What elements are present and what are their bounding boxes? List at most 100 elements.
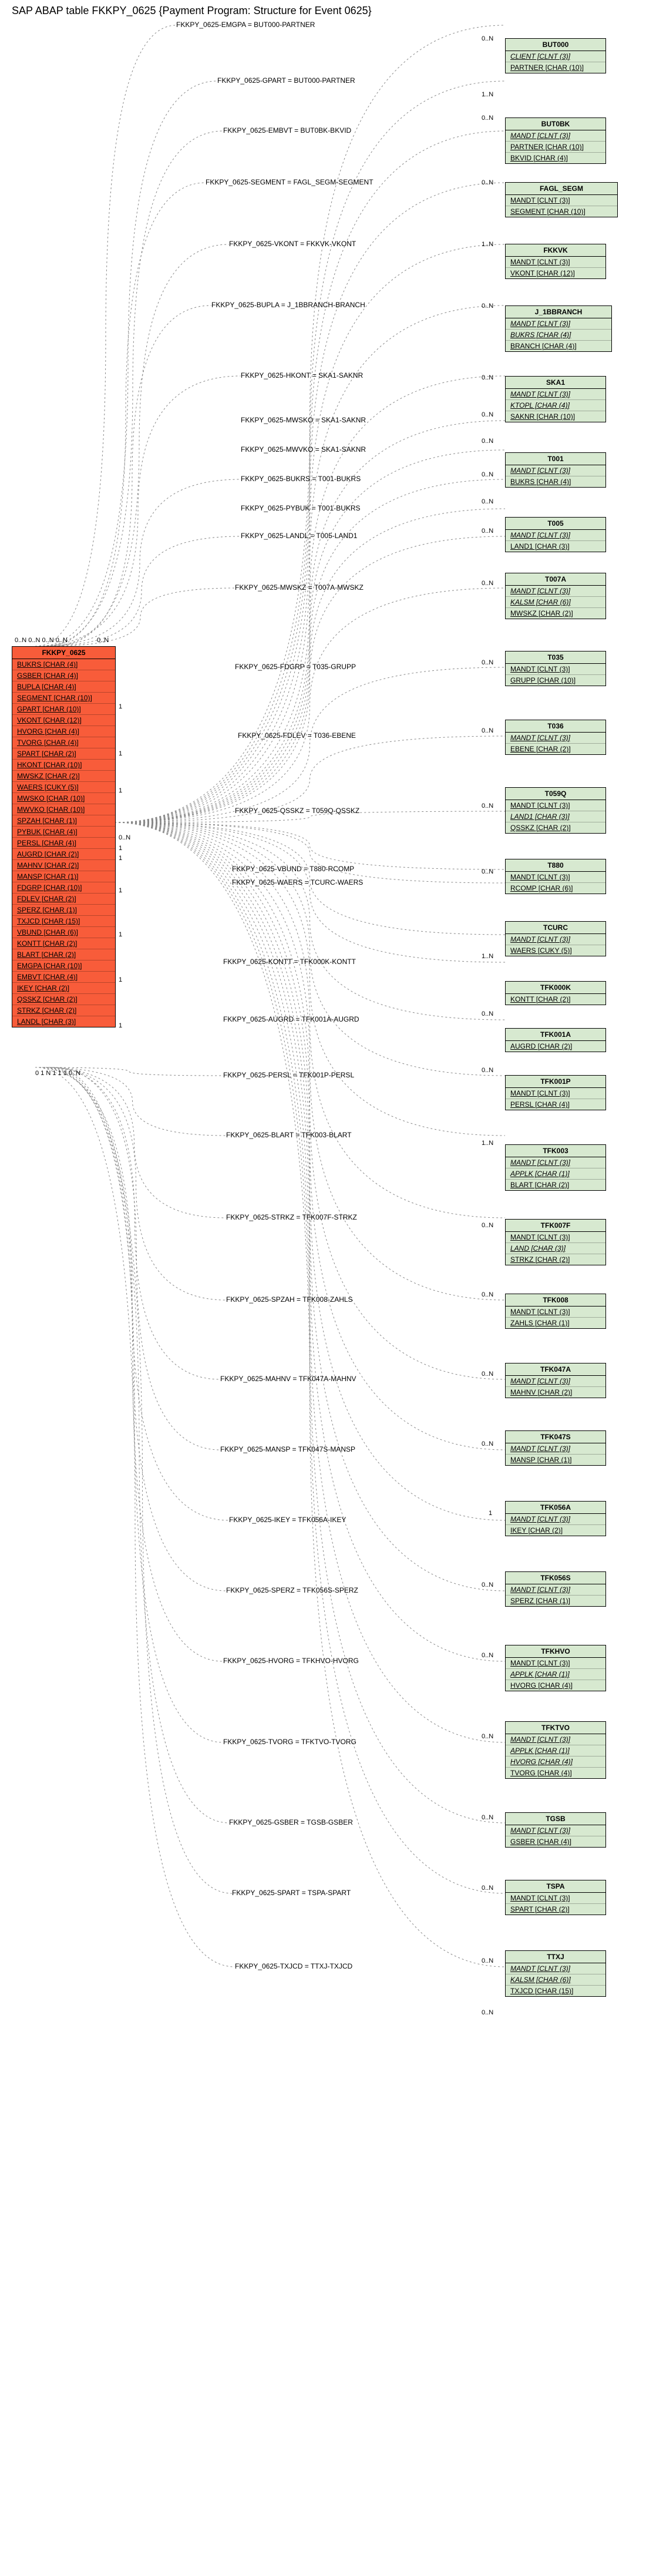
target-field: RCOMP [CHAR (6)] [506, 883, 605, 894]
target-table-name: T001 [506, 453, 605, 465]
relationship-label: FKKPY_0625-MWSKZ = T007A-MWSKZ [235, 583, 364, 592]
cardinality-label: 1..N [482, 1140, 493, 1147]
target-field: MANDT [CLNT (3)] [506, 1658, 605, 1669]
target-table-name: TFK003 [506, 1145, 605, 1157]
relationship-label: FKKPY_0625-EMBVT = BUT0BK-BKVID [223, 126, 351, 135]
cardinality-label: 1 [119, 887, 122, 894]
relationship-label: FKKPY_0625-GSBER = TGSB-GSBER [229, 1818, 353, 1826]
target-table: TFK047AMANDT [CLNT (3)]MAHNV [CHAR (2)] [505, 1363, 606, 1398]
relationship-label: FKKPY_0625-FDLEV = T036-EBENE [238, 731, 356, 740]
main-field: HKONT [CHAR (10)] [12, 760, 115, 771]
cardinality-label: 0..N [482, 115, 493, 122]
target-field: ZAHLS [CHAR (1)] [506, 1318, 605, 1328]
target-field: MANSP [CHAR (1)] [506, 1455, 605, 1465]
main-field: FDGRP [CHAR (10)] [12, 882, 115, 894]
relationship-label: FKKPY_0625-KONTT = TFK000K-KONTT [223, 958, 356, 966]
cardinality-label: 1..N [482, 241, 493, 248]
target-field: SAKNR [CHAR (10)] [506, 411, 605, 422]
target-field: MANDT [CLNT (3)] [506, 664, 605, 675]
target-table-name: TSPA [506, 1880, 605, 1893]
target-field: MANDT [CLNT (3)] [506, 934, 605, 945]
main-table-name: FKKPY_0625 [12, 647, 115, 659]
target-field: PARTNER [CHAR (10)] [506, 62, 605, 73]
target-table-name: TFK047A [506, 1363, 605, 1376]
cardinality-label: 0..N [482, 374, 493, 381]
main-field: EMGPA [CHAR (10)] [12, 960, 115, 972]
target-field: MANDT [CLNT (3)] [506, 130, 605, 142]
main-field: PYBUK [CHAR (4)] [12, 827, 115, 838]
target-field: BUKRS [CHAR (4)] [506, 476, 605, 487]
cardinality-label: 0..N [482, 1814, 493, 1821]
target-field: MANDT [CLNT (3)] [506, 1157, 605, 1168]
cardinality-label: 1..N [482, 91, 493, 98]
relationship-label: FKKPY_0625-PERSL = TFK001P-PERSL [223, 1071, 354, 1079]
target-field: MANDT [CLNT (3)] [506, 586, 605, 597]
target-table-name: TFK000K [506, 982, 605, 994]
relationship-label: FKKPY_0625-MAHNV = TFK047A-MAHNV [220, 1375, 356, 1383]
target-table-name: TTXJ [506, 1951, 605, 1963]
target-field: MANDT [CLNT (3)] [506, 1443, 605, 1455]
cardinality-label: 1 [119, 703, 122, 710]
target-field: APPLK [CHAR (1)] [506, 1168, 605, 1180]
target-table: TFK008MANDT [CLNT (3)]ZAHLS [CHAR (1)] [505, 1294, 606, 1329]
target-table-name: TFK001A [506, 1029, 605, 1041]
cardinality-cluster: 0..N 0..N 0..N 0..N [15, 637, 68, 644]
cardinality-label: 0..N [482, 1067, 493, 1074]
target-field: LAND1 [CHAR (3)] [506, 541, 605, 552]
target-table-name: SKA1 [506, 377, 605, 389]
target-field: MANDT [CLNT (3)] [506, 872, 605, 883]
cardinality-label: 0..N [482, 868, 493, 875]
target-table-name: T036 [506, 720, 605, 733]
main-field: MWVKO [CHAR (10)] [12, 804, 115, 815]
relationship-label: FKKPY_0625-GPART = BUT000-PARTNER [217, 76, 355, 85]
target-table: T001MANDT [CLNT (3)]BUKRS [CHAR (4)] [505, 452, 606, 488]
main-field: TVORG [CHAR (4)] [12, 737, 115, 748]
target-field: MWSKZ [CHAR (2)] [506, 608, 605, 619]
main-field: EMBVT [CHAR (4)] [12, 972, 115, 983]
target-table: TFK003MANDT [CLNT (3)]APPLK [CHAR (1)]BL… [505, 1144, 606, 1191]
target-table: TFK000KKONTT [CHAR (2)] [505, 981, 606, 1005]
cardinality-cluster: 0..N [97, 637, 109, 644]
cardinality-label: 0..N [119, 834, 130, 841]
relationship-label: FKKPY_0625-VKONT = FKKVK-VKONT [229, 240, 356, 248]
cardinality-label: 0..N [482, 528, 493, 535]
target-field: WAERS [CUKY (5)] [506, 945, 605, 956]
cardinality-label: 0..N [482, 1957, 493, 1964]
cardinality-label: 1 [119, 931, 122, 938]
target-table-name: BUT000 [506, 39, 605, 51]
target-field: TXJCD [CHAR (15)] [506, 1986, 605, 1996]
main-field: GSBER [CHAR (4)] [12, 670, 115, 681]
main-field: MWSKO [CHAR (10)] [12, 793, 115, 804]
target-field: PARTNER [CHAR (10)] [506, 142, 605, 153]
target-table-name: TFK056S [506, 1572, 605, 1584]
relationship-label: FKKPY_0625-IKEY = TFK056A-IKEY [229, 1516, 346, 1524]
main-field: VBUND [CHAR (6)] [12, 927, 115, 938]
target-field: BRANCH [CHAR (4)] [506, 341, 611, 351]
main-field: QSSKZ [CHAR (2)] [12, 994, 115, 1005]
target-table: T035MANDT [CLNT (3)]GRUPP [CHAR (10)] [505, 651, 606, 686]
target-field: BUKRS [CHAR (4)] [506, 330, 611, 341]
target-table: TTXJMANDT [CLNT (3)]KALSM [CHAR (6)]TXJC… [505, 1950, 606, 1997]
target-table: T007AMANDT [CLNT (3)]KALSM [CHAR (6)]MWS… [505, 573, 606, 619]
cardinality-label: 1..N [482, 953, 493, 960]
target-table: TFK056SMANDT [CLNT (3)]SPERZ [CHAR (1)] [505, 1571, 606, 1607]
cardinality-label: 0..N [482, 659, 493, 666]
target-field: HVORG [CHAR (4)] [506, 1756, 605, 1768]
target-field: GRUPP [CHAR (10)] [506, 675, 605, 686]
target-table-name: TFK008 [506, 1294, 605, 1307]
relationship-label: FKKPY_0625-LANDL = T005-LAND1 [241, 532, 357, 540]
relationship-label: FKKPY_0625-SPZAH = TFK008-ZAHLS [226, 1295, 353, 1304]
cardinality-label: 0..N [482, 1885, 493, 1892]
main-table: FKKPY_0625 BUKRS [CHAR (4)]GSBER [CHAR (… [12, 646, 116, 1027]
main-field: BUKRS [CHAR (4)] [12, 659, 115, 670]
target-field: MAHNV [CHAR (2)] [506, 1387, 605, 1398]
cardinality-label: 0..N [482, 1291, 493, 1298]
relationship-label: FKKPY_0625-SPART = TSPA-SPART [232, 1889, 351, 1897]
target-field: AUGRD [CHAR (2)] [506, 1041, 605, 1052]
target-field: APPLK [CHAR (1)] [506, 1745, 605, 1756]
target-field: SPERZ [CHAR (1)] [506, 1596, 605, 1606]
target-field: MANDT [CLNT (3)] [506, 1307, 605, 1318]
relationship-label: FKKPY_0625-PYBUK = T001-BUKRS [241, 504, 361, 512]
target-table-name: TFKHVO [506, 1645, 605, 1658]
target-field: SEGMENT [CHAR (10)] [506, 206, 617, 217]
